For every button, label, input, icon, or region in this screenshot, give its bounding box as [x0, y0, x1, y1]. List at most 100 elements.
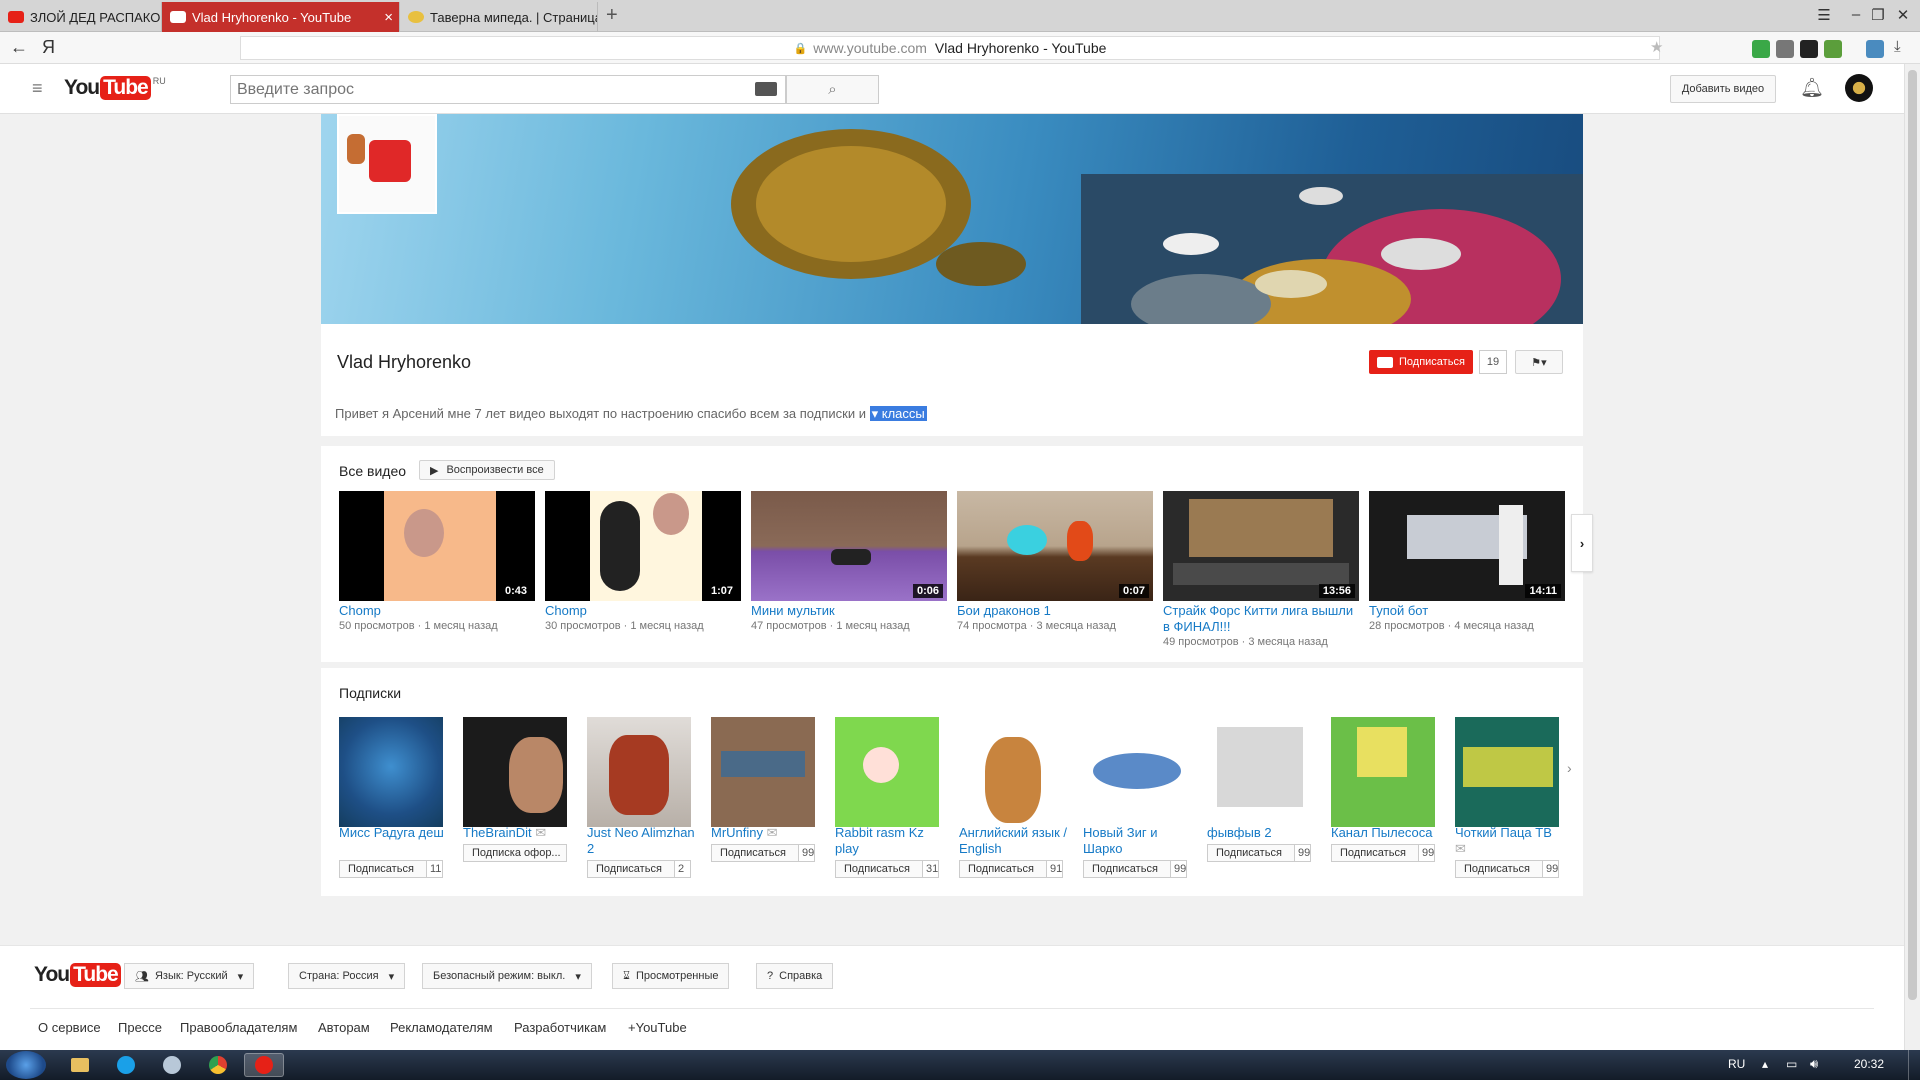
channel-name[interactable]: Канал Пылесоса — [1331, 825, 1441, 841]
url-field[interactable]: 🔒 www.youtube.com Vlad Hryhorenko - YouT… — [240, 36, 1660, 60]
subscribe-button[interactable]: Подписаться — [959, 860, 1047, 878]
video-thumbnail[interactable]: 0:06 — [751, 491, 947, 601]
subscription-options-button[interactable]: Подписка офор... — [463, 844, 567, 862]
video-thumbnail[interactable]: 14:11 — [1369, 491, 1565, 601]
channel-thumbnail[interactable] — [339, 717, 443, 827]
video-thumbnail[interactable]: 0:43 — [339, 491, 535, 601]
mail-extension-icon[interactable] — [1800, 40, 1818, 58]
video-title[interactable]: Мини мультик — [751, 603, 951, 619]
avatar[interactable] — [1845, 74, 1873, 102]
menu-icon[interactable]: ☰ — [1814, 6, 1834, 24]
channel-name[interactable]: Английский язык / English — [959, 825, 1069, 857]
channel-name[interactable]: фывфыв 2 — [1207, 825, 1317, 841]
channel-thumbnail[interactable] — [1207, 717, 1311, 827]
chrome-icon[interactable] — [198, 1053, 238, 1077]
start-button[interactable] — [6, 1051, 46, 1079]
channel-thumbnail[interactable] — [711, 717, 815, 827]
skype-icon[interactable] — [106, 1053, 146, 1077]
search-input[interactable] — [231, 76, 751, 103]
notifications-bell-icon[interactable]: 🔔︎ — [1800, 76, 1824, 100]
downloads-icon[interactable]: ⤓ — [1894, 38, 1901, 55]
channel-thumbnail[interactable] — [587, 717, 691, 827]
video-title[interactable]: Chomp — [545, 603, 745, 619]
subscribe-button[interactable]: Подписаться — [1455, 860, 1543, 878]
yandex-logo[interactable]: Я — [42, 37, 55, 58]
footer-link-developers[interactable]: Разработчикам — [514, 1020, 606, 1035]
channel-thumbnail[interactable] — [1455, 717, 1559, 827]
footer-link-plus-youtube[interactable]: +YouTube — [628, 1020, 687, 1035]
channel-thumbnail[interactable] — [1331, 717, 1435, 827]
footer-link-about[interactable]: О сервисе — [38, 1020, 101, 1035]
play-all-button[interactable]: ▶ Воспроизвести все — [419, 460, 555, 480]
page-scrollbar[interactable] — [1904, 64, 1920, 1050]
close-window-icon[interactable]: ✕ — [1893, 6, 1913, 24]
subscribe-button[interactable]: Подписаться — [587, 860, 675, 878]
keyboard-icon[interactable] — [755, 82, 777, 96]
channel-thumbnail[interactable] — [835, 717, 939, 827]
channel-thumbnail[interactable] — [463, 717, 567, 827]
subscribe-button[interactable]: Подписаться — [339, 860, 427, 878]
new-tab-button[interactable]: + — [606, 4, 618, 27]
channel-thumbnail[interactable] — [959, 717, 1063, 827]
video-title[interactable]: Chomp — [339, 603, 539, 619]
footer-link-advertise[interactable]: Рекламодателям — [390, 1020, 493, 1035]
video-title[interactable]: Страйк Форс Китти лига вышли в ФИНАЛ!!! — [1163, 603, 1363, 635]
subscribe-button[interactable]: Подписаться — [1083, 860, 1171, 878]
channel-name[interactable]: Новый Зиг и Шарко — [1083, 825, 1193, 857]
upload-button[interactable]: Добавить видео — [1670, 75, 1776, 103]
safety-mode-button[interactable]: Безопасный режим: выкл. ▾ — [422, 963, 592, 989]
yandex-browser-icon[interactable] — [244, 1053, 284, 1077]
history-button[interactable]: ⌛︎ Просмотренные — [612, 963, 730, 989]
input-language[interactable]: RU — [1728, 1057, 1745, 1071]
subscribe-button[interactable]: Подписаться — [711, 844, 799, 862]
channel-thumbnail[interactable] — [1083, 717, 1187, 827]
shelf-next-button[interactable]: › — [1571, 514, 1593, 572]
channel-name[interactable]: Мисс Радуга деш — [339, 825, 449, 841]
search-button[interactable]: ⌕ — [786, 75, 879, 104]
extension-icon[interactable] — [1824, 40, 1842, 58]
channel-name[interactable]: Чоткий Паца ТВ ✉ — [1455, 825, 1565, 857]
steam-icon[interactable] — [152, 1053, 192, 1077]
chevron-right-icon[interactable]: › — [1567, 760, 1572, 776]
subscribe-button[interactable]: Подписаться — [1331, 844, 1419, 862]
volume-icon[interactable]: 🔊︎ — [1810, 1056, 1818, 1072]
footer-link-creators[interactable]: Авторам — [318, 1020, 370, 1035]
back-button[interactable]: ← — [10, 37, 28, 58]
explorer-icon[interactable] — [60, 1053, 100, 1077]
footer-link-copyright[interactable]: Правообладателям — [180, 1020, 297, 1035]
video-thumbnail[interactable]: 0:07 — [957, 491, 1153, 601]
subscribe-button[interactable]: Подписаться — [1369, 350, 1473, 374]
bookmark-star-icon[interactable]: ★ — [1650, 38, 1663, 56]
extension-icon[interactable] — [1776, 40, 1794, 58]
video-thumbnail[interactable]: 1:07 — [545, 491, 741, 601]
language-button[interactable]: 👥︎ Язык: Русский ▾ — [124, 963, 255, 989]
subscribe-button[interactable]: Подписаться — [835, 860, 923, 878]
network-icon[interactable]: ▭ — [1786, 1057, 1797, 1071]
scrollbar-thumb[interactable] — [1908, 70, 1917, 1000]
screenshot-extension-icon[interactable] — [1866, 40, 1884, 58]
close-icon[interactable]: × — [384, 9, 393, 26]
browser-tab[interactable]: Таверна мипеда. | Страница — [400, 2, 598, 32]
channel-name[interactable]: Rabbit rasm Kz play — [835, 825, 945, 857]
protect-extension-icon[interactable] — [1752, 40, 1770, 58]
channel-avatar[interactable] — [337, 114, 437, 214]
subscribe-button[interactable]: Подписаться — [1207, 844, 1295, 862]
clock[interactable]: 20:32 — [1854, 1057, 1884, 1071]
country-button[interactable]: Страна: Россия ▾ — [288, 963, 406, 989]
guide-menu-icon[interactable]: ≡ — [32, 78, 43, 99]
channel-name[interactable]: MrUnfiny ✉ — [711, 825, 821, 841]
description-link[interactable]: ▾ классы — [869, 406, 927, 421]
video-title[interactable]: Тупой бот — [1369, 603, 1569, 619]
browser-tab-active[interactable]: Vlad Hryhorenko - YouTube × — [162, 2, 400, 32]
restore-icon[interactable]: ❐ — [1868, 6, 1888, 24]
minimize-icon[interactable]: – — [1846, 6, 1866, 23]
channel-name[interactable]: Just Neo Alimzhan 2 — [587, 825, 697, 857]
channel-name[interactable]: TheBrainDit ✉ — [463, 825, 573, 841]
footer-link-press[interactable]: Прессе — [118, 1020, 162, 1035]
video-title[interactable]: Бои драконов 1 — [957, 603, 1157, 619]
video-thumbnail[interactable]: 13:56 — [1163, 491, 1359, 601]
browser-tab[interactable]: ЗЛОЙ ДЕД РАСПАКОВЫВАЕТ — [0, 2, 162, 32]
show-desktop-button[interactable] — [1908, 1050, 1920, 1080]
help-button[interactable]: ? Справка — [756, 963, 834, 989]
youtube-logo[interactable]: You Tube RU — [64, 76, 166, 100]
